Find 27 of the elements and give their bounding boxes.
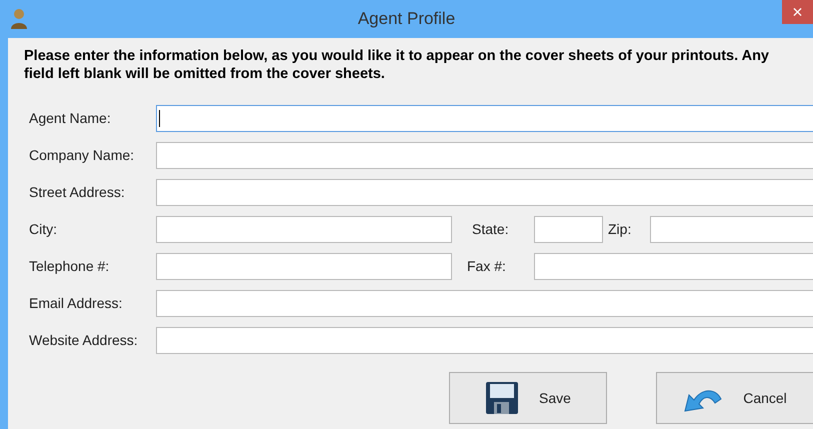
cancel-button[interactable]: Cancel (656, 372, 813, 424)
person-icon (10, 8, 28, 30)
field-label: Company Name: (28, 146, 136, 165)
field-label: State: (472, 220, 510, 239)
field-label: Zip: (608, 220, 632, 239)
text-input[interactable] (156, 327, 813, 354)
field-label: City: (28, 220, 58, 239)
text-input[interactable] (534, 253, 813, 280)
text-input[interactable] (534, 216, 603, 243)
save-button[interactable]: Save (449, 372, 607, 424)
text-input[interactable] (650, 216, 813, 243)
field-label: Street Address: (28, 183, 126, 202)
field-label: Website Address: (28, 331, 139, 350)
field-label: Agent Name: (28, 109, 112, 128)
text-input[interactable] (156, 290, 813, 317)
close-button[interactable]: × (782, 0, 813, 24)
text-input[interactable] (156, 142, 813, 169)
text-cursor (159, 110, 160, 127)
instructions-text: Please enter the information below, as you would like it to appear on the cover sheets of your printouts. Any field left blank will be omitted from the cover sheets. (23, 47, 770, 83)
text-input[interactable] (156, 253, 452, 280)
field-label: Email Address: (28, 294, 124, 313)
text-input[interactable] (156, 179, 813, 206)
text-input[interactable] (156, 216, 452, 243)
window-title: Agent Profile (358, 8, 456, 30)
text-input[interactable] (156, 105, 813, 132)
field-label: Fax #: (467, 257, 507, 276)
field-label: Telephone #: (28, 257, 110, 276)
